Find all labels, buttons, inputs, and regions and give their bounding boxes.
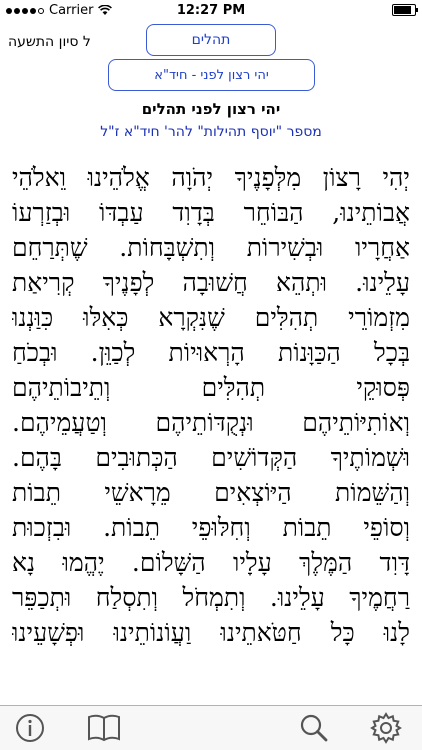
prayer-line: דָּוִד הַמֶּלֶךְ עָלָיו הַשָּׁלוֹם. יֶהֱ… (12, 548, 410, 577)
prayer-line: עָלֵינוּ. וּתְהֵא חֲשׁוּבָה לְפָנֶיךָ קְ… (12, 268, 410, 297)
prayer-line: אַחֲרָיו וּבְשִׁירוֹת וְתִשְׁבָּחוֹת. שֶ… (12, 233, 410, 262)
prayer-line: רַחֲמֶיךָ עָלֵינוּ. וְתִמְחֹל וְתִסְלַח … (12, 583, 410, 612)
prayer-line: יְהִי רָצוֹן מִלְּפָנֶיךָ יְהֹוָה אֱלֹהֵ… (12, 163, 410, 192)
status-bar: Carrier 12:27 PM (0, 0, 422, 22)
page-title: יהי רצון לפני תהלים (141, 100, 281, 118)
prayer-line: לָנוּ כָּל חַטֹּאתֵינוּ וַעֲוֹנוֹתֵינוּ … (12, 618, 410, 647)
status-time: 12:27 PM (176, 3, 246, 18)
prayer-line: פְּסוּקֵי תְהִלִּים וְתֵיבוֹתֵיהֶם (12, 373, 410, 402)
battery-fill (394, 6, 411, 14)
search-icon (300, 714, 328, 742)
prayer-line: וְהַשֵּׁמוֹת הַיּוֹצְאִים מֵרָאשֵׁי תֵבו… (12, 478, 410, 507)
prayer-line: אֲבוֹתֵינוּ, הַבּוֹחֵר בְּדָוִד עַבְדּוֹ… (12, 198, 410, 227)
prayer-line: וּשְׁמוֹתֶיךָ הַקְּדוֹשִׁים הַכְּתוּבִים… (12, 443, 410, 472)
prayer-line: בְּכָל הַכַּוָּנוֹת הָרְאוּיוֹת לְכַוֵּן… (12, 338, 410, 367)
search-button[interactable] (296, 710, 332, 746)
bottom-toolbar (0, 705, 422, 750)
prayer-line: וְאוֹתִיּוֹתֵיהֶם וּנְקֻדּוֹתֵיהֶם וְטַע… (12, 408, 410, 437)
prayer-select-button[interactable]: יהי רצון לפני - חיד"א (108, 59, 315, 91)
info-button[interactable] (12, 710, 48, 746)
settings-button[interactable] (368, 710, 404, 746)
battery-icon (392, 4, 418, 16)
nav-area: ל סיון התשעה תהלים יהי רצון לפני - חיד"א (0, 22, 422, 91)
tehillim-button[interactable]: תהלים (146, 24, 276, 56)
prayer-text[interactable]: יְהִי רָצוֹן מִלְּפָנֶיךָ יְהֹוָה אֱלֹהֵ… (12, 160, 410, 708)
prayer-line: וְסוֹפֵי תֵבוֹת וְחִלּוּפֵי תֵבוֹת. וּבִ… (12, 513, 410, 542)
page-subtitle: מספר "יוסף תהילות" להר' חיד"א ז"ל (100, 124, 322, 140)
prayer-line: מִזְמוֹרֵי תְהִלִּים שֶׁנִּקְרָא כְּאִלּ… (12, 303, 410, 332)
book-icon (88, 714, 120, 742)
progress-text: ל סיון התשעה (8, 34, 91, 50)
info-icon (16, 714, 44, 742)
status-right (392, 4, 418, 16)
gear-icon (370, 712, 402, 744)
book-button[interactable] (86, 710, 122, 746)
